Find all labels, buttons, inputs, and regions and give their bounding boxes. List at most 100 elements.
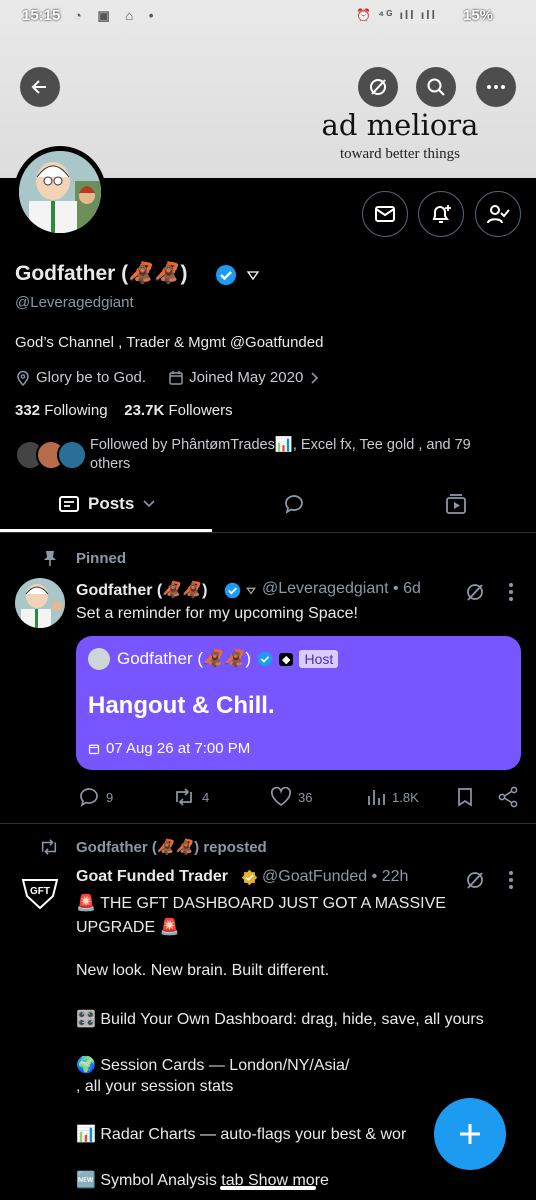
following-link[interactable]: 332 Following [15, 402, 108, 419]
repost-icon [41, 839, 57, 855]
status-bar: 15:15 ◔ ▣ ⌂ • ⏰ ⁴ᴳ ıll ıll 15% [0, 0, 536, 34]
gft-shield-logo: GFT [21, 879, 59, 910]
calendar-icon [88, 744, 100, 754]
profile-meta: Glory be to God. Joined May 2020 [15, 369, 320, 386]
affiliate-badge-icon: ◆ [278, 652, 294, 666]
followed-by-text[interactable]: Followed by PhântømTrades📊, Excel fx, Te… [90, 436, 510, 474]
profile-handle: @Leveragedgiant [15, 294, 134, 311]
avatar-image [19, 151, 101, 233]
space-host-badge: Host [299, 650, 339, 668]
posts-tab-icon [59, 496, 79, 512]
home-indicator[interactable] [220, 1186, 316, 1190]
gold-verified-badge-icon [241, 869, 258, 886]
post-text: Set a reminder for my upcoming Space! [76, 605, 358, 622]
bookmark-icon[interactable] [456, 787, 474, 807]
tab-replies[interactable] [282, 492, 306, 521]
repost-action[interactable]: 4 [172, 787, 209, 807]
repost-time: 22h [381, 868, 409, 885]
chevron-down-icon [143, 500, 155, 508]
profile-avatar[interactable] [14, 146, 106, 238]
location-icon [17, 370, 29, 386]
verified-badge-icon [257, 651, 273, 667]
status-battery: 15% [463, 7, 494, 24]
grok-icon[interactable] [464, 581, 486, 603]
envelope-icon [375, 206, 395, 222]
profile-tabs: Posts [0, 480, 536, 533]
post-handle: @Leveragedgiant [262, 580, 389, 597]
followers-label: Followers [168, 402, 233, 419]
calendar-icon [169, 370, 183, 385]
views-icon [368, 790, 385, 805]
follower-avatar [57, 440, 87, 470]
bell-plus-icon [432, 205, 451, 223]
repost-handle-time: @GoatFunded • 22h [262, 868, 409, 885]
more-vertical-icon[interactable] [508, 582, 514, 602]
reply-action[interactable]: 9 [78, 787, 113, 807]
status-time: 15:15 [22, 7, 61, 24]
back-button[interactable] [20, 67, 60, 107]
views-action[interactable]: 1.8K [366, 787, 419, 807]
more-button[interactable] [476, 67, 516, 107]
speech-bubble-icon [285, 495, 303, 514]
person-check-icon [487, 205, 510, 224]
arrow-left-icon [31, 80, 46, 94]
profile-joined: Joined May 2020 [189, 369, 304, 386]
profile-bio: God’s Channel , Trader & Mgmt @Goatfunde… [15, 334, 324, 351]
repost-line: New look. New brain. Built different. [76, 962, 330, 979]
post-time: 6d [403, 580, 421, 597]
compose-button[interactable] [434, 1098, 506, 1170]
following-count: 332 [15, 402, 41, 419]
space-card[interactable]: Godfather (🦧🦧) ◆ Host Hangout & Chill. 0… [76, 636, 521, 770]
repost-header: Goat Funded Trader [76, 868, 228, 886]
post-handle-time: @Leveragedgiant • 6d [262, 580, 421, 597]
message-button[interactable] [362, 191, 408, 237]
grok-icon[interactable] [464, 869, 486, 891]
space-host-name: Godfather (🦧🦧) [117, 649, 251, 668]
post-header: Godfather (🦧🦧) [76, 580, 207, 600]
affiliate-badge-icon[interactable] [245, 268, 261, 282]
media-icon [446, 494, 466, 514]
pinned-label: Pinned [76, 550, 127, 567]
banner-motto-sub: toward better things [340, 146, 460, 162]
chevron-right-icon[interactable] [308, 371, 320, 385]
reply-icon [80, 788, 98, 807]
share-icon[interactable] [497, 786, 519, 808]
tab-media[interactable] [444, 492, 468, 521]
gft-avatar[interactable]: GFT [15, 868, 65, 918]
repost-count: 4 [202, 789, 210, 805]
post-author-avatar[interactable] [15, 578, 65, 628]
search-button[interactable] [416, 67, 456, 107]
pin-icon [44, 551, 56, 566]
repost-line: 🆕 Symbol Analysis tab [76, 1172, 244, 1189]
space-host-avatar [88, 648, 110, 670]
grok-button[interactable] [358, 67, 398, 107]
post-author-name[interactable]: Godfather (🦧🦧) [76, 582, 207, 599]
reposted-by[interactable]: Godfather (🦧🦧) reposted [76, 838, 267, 856]
space-schedule: 07 Aug 26 at 7:00 PM [88, 740, 250, 757]
follow-stats: 332 Following 23.7K Followers [15, 402, 233, 419]
tab-active-indicator [0, 529, 212, 532]
verified-badge-icon[interactable] [215, 264, 237, 286]
repost-line: UPGRADE 🚨 [76, 919, 180, 936]
repost-icon [176, 788, 192, 806]
heart-icon [270, 787, 292, 807]
followers-count: 23.7K [124, 402, 165, 419]
more-vertical-icon[interactable] [508, 870, 514, 890]
repost-author-name[interactable]: Goat Funded Trader [76, 868, 228, 885]
like-action[interactable]: 36 [270, 787, 312, 807]
notify-button[interactable] [418, 191, 464, 237]
plus-icon [460, 1124, 480, 1144]
search-icon [427, 78, 445, 96]
following-button[interactable] [475, 191, 521, 237]
status-signal-icons: ⏰ ⁴ᴳ ıll ıll [356, 8, 437, 22]
repost-line: , all your session stats [76, 1078, 234, 1095]
status-notification-icons: ◔ ▣ ⌂ • [74, 8, 160, 23]
repost-line: 🎛️ Build Your Own Dashboard: drag, hide,… [76, 1011, 484, 1028]
space-title: Hangout & Chill. [88, 692, 275, 719]
tab-posts[interactable]: Posts [58, 494, 156, 514]
slash-circle-icon [370, 79, 386, 95]
more-icon [487, 85, 505, 89]
tab-posts-label: Posts [88, 494, 135, 513]
followers-link[interactable]: 23.7K Followers [124, 402, 232, 419]
repost-line: 📊 Radar Charts — auto-flags your best & … [76, 1126, 407, 1143]
